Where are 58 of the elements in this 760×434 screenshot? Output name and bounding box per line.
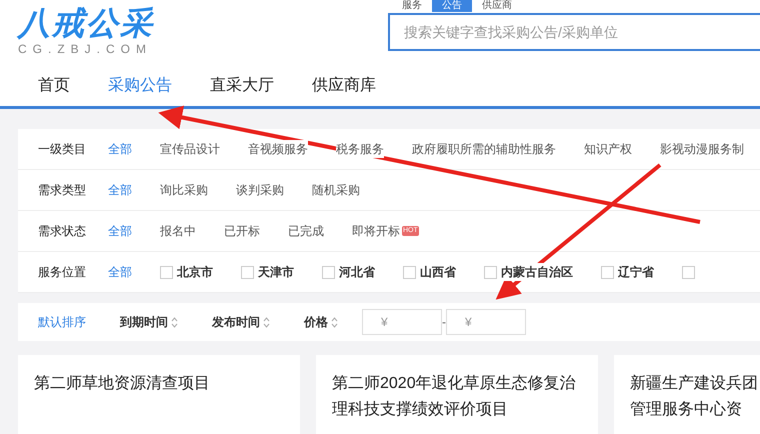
checkbox[interactable]: [601, 266, 614, 278]
checkbox[interactable]: [484, 266, 497, 278]
filter-option[interactable]: 报名中: [160, 222, 196, 240]
price-max-field[interactable]: ¥: [446, 309, 526, 335]
logo-domain: CG.ZBJ.COM: [18, 42, 153, 56]
filter-option[interactable]: 辽宁省: [618, 263, 654, 281]
filter-option[interactable]: 谈判采购: [236, 181, 284, 199]
nav-link[interactable]: 直采大厅: [210, 74, 274, 98]
filter-option[interactable]: 全部: [108, 140, 132, 158]
project-title: 新疆生产建设兵团管理服务中心资: [630, 374, 759, 420]
checkbox[interactable]: [160, 266, 173, 278]
sort-icon: [263, 316, 270, 328]
checkbox[interactable]: [241, 266, 254, 278]
filter-label: 需求类型: [38, 182, 87, 199]
search-tab[interactable]: 公告: [432, 0, 472, 12]
sort-option[interactable]: 价格: [304, 313, 338, 331]
filter-option[interactable]: 天津市: [258, 263, 294, 281]
filter-option[interactable]: 随机采购: [312, 181, 360, 199]
nav-link[interactable]: 首页: [38, 74, 70, 98]
sort-option[interactable]: 默认排序: [38, 313, 86, 331]
filter-option[interactable]: 山西省: [420, 263, 456, 281]
checkbox[interactable]: [322, 266, 335, 278]
filter-option[interactable]: 音视频服务: [248, 140, 308, 158]
checkbox[interactable]: [403, 266, 416, 278]
filter-option[interactable]: 内蒙古自治区: [501, 263, 573, 281]
filter-option[interactable]: 全部: [108, 222, 132, 240]
project-title: 第二师2020年退化草原生态修复治理科技支撑绩效评价项目: [332, 374, 577, 420]
filter-option[interactable]: 询比采购: [160, 181, 208, 199]
filter-option[interactable]: 北京市: [177, 263, 213, 281]
filter-option[interactable]: 影视动漫服务制: [660, 140, 744, 158]
search-tab[interactable]: 服务: [392, 0, 432, 12]
filter-label: 需求状态: [38, 223, 87, 240]
filter-label: 一级类目: [38, 141, 87, 158]
filter-option[interactable]: 河北省: [339, 263, 375, 281]
sort-icon: [171, 316, 178, 328]
sort-icon: [331, 316, 338, 328]
filter-option[interactable]: 全部: [108, 181, 132, 199]
logo-text: 八戒公采: [18, 4, 155, 42]
filter-option[interactable]: 即将开标: [352, 222, 400, 240]
nav-link[interactable]: 采购公告: [108, 74, 172, 98]
filter-option[interactable]: 宣传品设计: [160, 140, 220, 158]
filter-label: 服务位置: [38, 264, 87, 281]
project-card[interactable]: 第二师草地资源清查项目: [18, 355, 300, 434]
checkbox[interactable]: [682, 266, 695, 278]
sort-option[interactable]: 到期时间: [120, 313, 178, 331]
filter-option[interactable]: 政府履职所需的辅助性服务: [412, 140, 556, 158]
filter-option[interactable]: 知识产权: [584, 140, 632, 158]
filter-option[interactable]: 已开标: [224, 222, 260, 240]
search-field[interactable]: 搜索关键字查找采购公告/采购单位: [388, 13, 760, 51]
sort-option[interactable]: 发布时间: [212, 313, 270, 331]
nav-link[interactable]: 供应商库: [312, 74, 376, 98]
project-card[interactable]: 第二师2020年退化草原生态修复治理科技支撑绩效评价项目: [316, 355, 598, 434]
filter-option[interactable]: 税务服务: [336, 140, 384, 158]
price-min-field[interactable]: ¥: [362, 309, 442, 335]
project-card[interactable]: 新疆生产建设兵团管理服务中心资: [614, 355, 760, 434]
project-title: 第二师草地资源清查项目: [34, 374, 211, 394]
filter-option[interactable]: 全部: [108, 263, 132, 281]
range-separator: -: [442, 314, 446, 331]
